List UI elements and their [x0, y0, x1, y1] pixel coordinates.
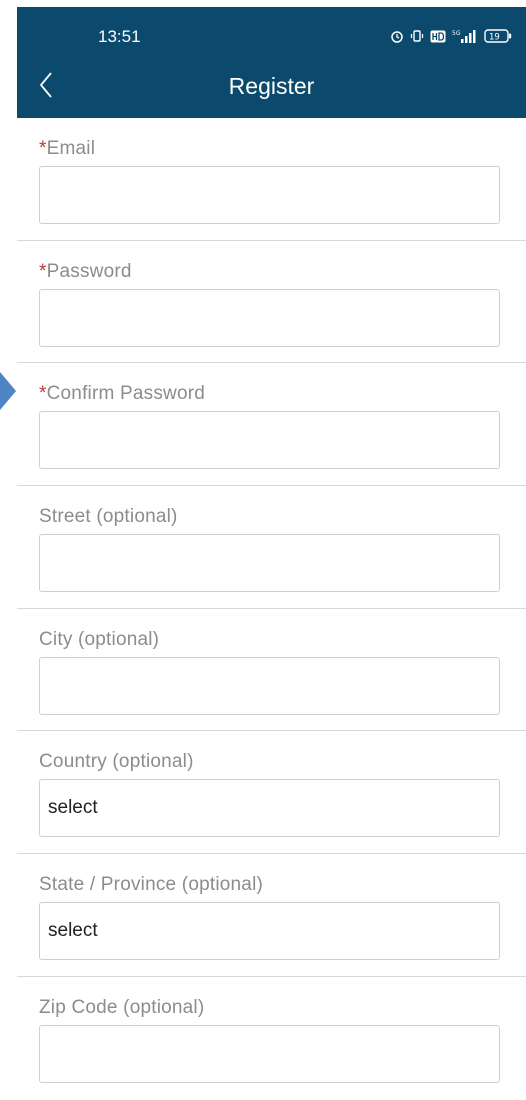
password-label: *Password — [39, 260, 132, 282]
password-input[interactable] — [39, 288, 500, 347]
email-label: *Email — [39, 138, 96, 159]
svg-text:5G: 5G — [452, 30, 461, 37]
alarm-icon — [390, 29, 404, 43]
required-asterisk: * — [39, 138, 47, 159]
register-form: *Email *Password *Confirm Password Stree… — [17, 118, 526, 1100]
hd-icon — [430, 30, 446, 43]
country-select[interactable]: select — [39, 779, 500, 838]
city-label: City (optional) — [39, 628, 160, 650]
field-confirm-password: *Confirm Password — [17, 363, 526, 487]
field-city: City (optional) — [17, 609, 526, 732]
zip-input[interactable] — [39, 1024, 500, 1083]
street-input[interactable] — [39, 534, 500, 593]
vibrate-icon — [410, 29, 424, 43]
signal-5g-icon: 5G — [452, 29, 478, 44]
zip-label: Zip Code (optional) — [39, 996, 205, 1018]
field-state: State / Province (optional) select — [17, 854, 526, 977]
confirm-password-label: *Confirm Password — [39, 383, 206, 405]
street-label: Street (optional) — [39, 506, 178, 528]
country-select-value: select — [48, 797, 98, 819]
confirm-password-input[interactable] — [39, 411, 500, 470]
field-email: *Email — [17, 118, 526, 241]
field-zip: Zip Code (optional) — [17, 977, 526, 1100]
state-select[interactable]: select — [39, 902, 500, 961]
country-label: Country (optional) — [39, 751, 194, 773]
page-title: Register — [228, 73, 315, 99]
svg-text:19: 19 — [489, 33, 500, 43]
field-password: *Password — [17, 241, 526, 364]
email-input[interactable] — [39, 166, 500, 224]
edge-pointer-arrow-icon — [0, 372, 16, 410]
required-asterisk: * — [39, 260, 47, 282]
status-time: 13:51 — [98, 27, 141, 46]
state-label: State / Province (optional) — [39, 874, 264, 896]
city-input[interactable] — [39, 656, 500, 715]
battery-icon: 19 — [484, 29, 512, 43]
state-select-value: select — [48, 920, 98, 942]
field-street: Street (optional) — [17, 486, 526, 609]
status-icons: 5G 19 — [390, 27, 512, 45]
app-header: 13:51 5G 19 Register — [17, 7, 526, 118]
register-screen: 13:51 5G 19 Register *Email *Password *C… — [17, 7, 526, 1097]
required-asterisk: * — [39, 383, 47, 405]
field-country: Country (optional) select — [17, 731, 526, 855]
